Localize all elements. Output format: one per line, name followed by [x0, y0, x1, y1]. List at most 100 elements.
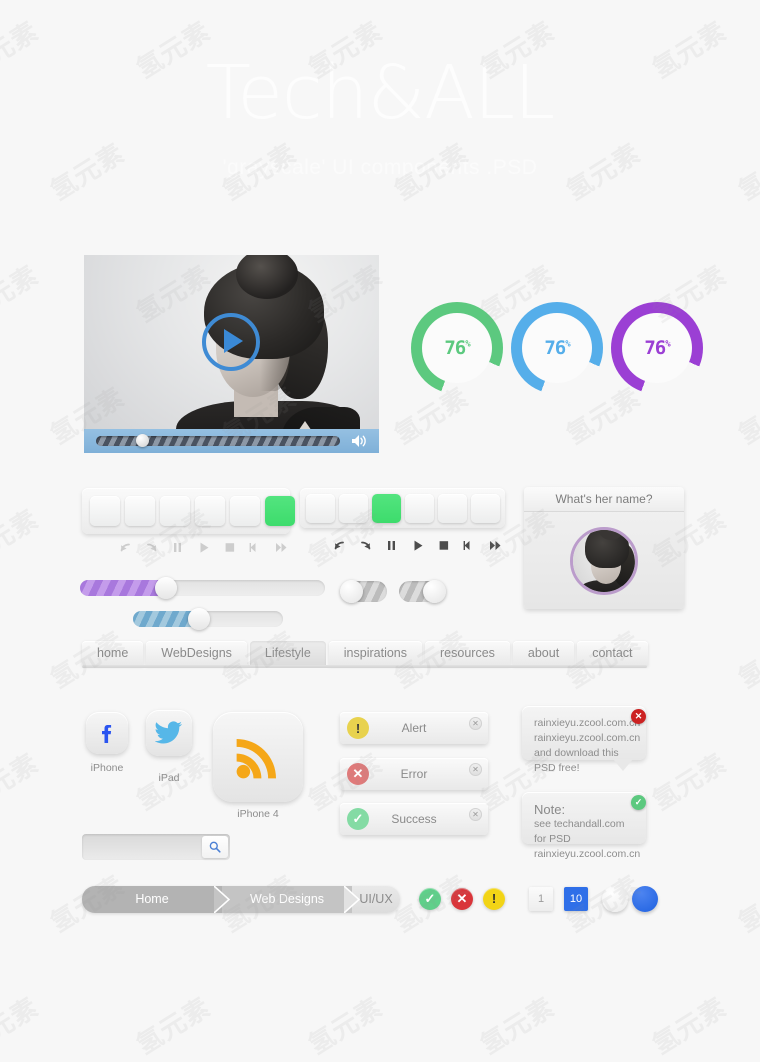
radio-unselected[interactable] [602, 886, 628, 912]
redo-icon[interactable] [144, 540, 159, 560]
radio-selected[interactable] [632, 886, 658, 912]
nav-tab-lifestyle[interactable]: Lifestyle [249, 641, 326, 666]
progress-ring-value: 76% [544, 337, 570, 359]
dark-button-strip[interactable] [300, 488, 505, 528]
toolbar-button[interactable] [125, 496, 155, 526]
toolbar-button[interactable] [195, 496, 225, 526]
toolbar-button[interactable] [471, 494, 500, 523]
page-subtitle: 'grayscale' UI components .PSD [222, 156, 538, 179]
toggle-off[interactable] [340, 580, 387, 603]
toggle-on[interactable] [399, 580, 446, 603]
toolbar-button[interactable] [306, 494, 335, 523]
undo-icon[interactable] [332, 538, 347, 558]
app-icon-label: iPad [158, 772, 180, 784]
volume-icon[interactable] [351, 434, 367, 448]
progress-ring-value: 76% [644, 337, 670, 359]
app-icon-facebook[interactable] [86, 712, 128, 754]
stop-icon[interactable] [222, 540, 237, 560]
rewind-icon[interactable] [248, 540, 263, 560]
rss-icon [236, 739, 276, 779]
tooltip-arrow [613, 759, 633, 771]
alert-label: Error [400, 767, 428, 781]
fast-forward-icon[interactable] [274, 540, 289, 560]
search-button[interactable] [202, 836, 228, 858]
breadcrumb-item-home[interactable]: Home [82, 886, 222, 913]
toolbar-button[interactable] [438, 494, 467, 523]
watermark-text: 氢元素 [475, 992, 561, 1061]
progress-ring: 76% [511, 302, 603, 394]
twitter-icon [155, 721, 182, 744]
close-icon[interactable]: ✕ [469, 717, 482, 730]
nav-tab-webdesigns[interactable]: WebDesigns [146, 641, 247, 666]
toolbar-button[interactable] [90, 496, 120, 526]
light-button-strip[interactable] [82, 488, 295, 534]
alert-warning[interactable]: ! Alert ✕ [340, 712, 488, 744]
close-icon[interactable]: ✕ [469, 763, 482, 776]
video-progress-thumb[interactable] [136, 434, 149, 447]
pagination-page-1[interactable]: 1 [529, 887, 553, 911]
alert-label: Success [391, 812, 437, 826]
nav-tab-home[interactable]: home [82, 641, 144, 666]
close-icon[interactable]: ✕ [469, 808, 482, 821]
watermark-text: 氢元素 [647, 748, 733, 817]
video-control-bar[interactable] [84, 429, 379, 453]
success-badge: ✓ [419, 888, 441, 910]
nav-tabs[interactable]: home WebDesigns Lifestyle inspirations resou… [82, 640, 651, 666]
watermark-text: 氢元素 [131, 992, 217, 1061]
alert-success[interactable]: ✓ Success ✕ [340, 803, 488, 835]
alert-error[interactable]: ✕ Error ✕ [340, 758, 488, 790]
toolbar-button-active[interactable] [265, 496, 295, 526]
tooltip-note: Note: see techandall.com for PSD rainxie… [522, 792, 646, 860]
watermark-text: 氢元素 [0, 260, 45, 329]
search-box[interactable] [82, 834, 230, 860]
pause-icon[interactable] [170, 540, 185, 560]
progress-rings: 76% 76% 76% [405, 290, 715, 410]
watermark-text: 氢元素 [733, 382, 760, 451]
toolbar-button[interactable] [160, 496, 190, 526]
nav-tab-inspirations[interactable]: inspirations [328, 641, 423, 666]
pause-icon[interactable] [384, 538, 399, 558]
video-player[interactable] [84, 255, 379, 453]
error-badge: ✕ [451, 888, 473, 910]
pagination-page-10[interactable]: 10 [564, 887, 588, 911]
toolbar-button[interactable] [230, 496, 260, 526]
app-icon-rss[interactable] [213, 712, 303, 802]
stop-icon[interactable] [436, 538, 451, 558]
toolbar-button-active[interactable] [372, 494, 401, 523]
redo-icon[interactable] [358, 538, 373, 558]
app-icon-label: iPhone 4 [237, 808, 279, 820]
play-icon [224, 329, 243, 353]
undo-icon[interactable] [118, 540, 133, 560]
alert-label: Alert [401, 721, 427, 735]
watermark-text: 氢元素 [0, 748, 45, 817]
watermark-text: 氢元素 [0, 504, 45, 573]
page-header: Tech&ALL 'grayscale' UI components .PSD [0, 56, 760, 180]
media-controls-dark[interactable] [332, 538, 503, 558]
slider-purple[interactable] [80, 577, 325, 599]
avatar-card: What's her name? [524, 487, 684, 609]
watermark-text: 氢元素 [733, 626, 760, 695]
play-icon[interactable] [196, 540, 211, 560]
tooltip-line: rainxieyu.zcool.com.cn [534, 717, 641, 729]
facebook-icon [102, 725, 112, 743]
rewind-icon[interactable] [462, 538, 477, 558]
slider-blue[interactable] [133, 608, 283, 630]
nav-tab-contact[interactable]: contact [577, 641, 648, 666]
progress-ring: 76% [611, 302, 703, 394]
watermark-text: 氢元素 [0, 992, 45, 1061]
fast-forward-icon[interactable] [488, 538, 503, 558]
media-controls-light[interactable] [118, 540, 289, 560]
chevron-right-icon [344, 886, 360, 913]
toolbar-button[interactable] [339, 494, 368, 523]
nav-tab-resources[interactable]: resources [425, 641, 510, 666]
tooltip-line: rainxieyu.zcool.com.cn [534, 848, 641, 860]
app-icon-twitter[interactable] [146, 710, 192, 756]
toolbar-button[interactable] [405, 494, 434, 523]
breadcrumb[interactable]: Home Web Designs UI/UX [82, 886, 400, 913]
app-icon-label: iPhone [90, 762, 124, 774]
video-progress-track[interactable] [96, 436, 340, 446]
play-icon[interactable] [410, 538, 425, 558]
nav-tab-about[interactable]: about [512, 641, 575, 666]
breadcrumb-item-web-designs[interactable]: Web Designs [222, 886, 352, 913]
tooltip-line: see techandall.com for PSD [534, 818, 625, 845]
